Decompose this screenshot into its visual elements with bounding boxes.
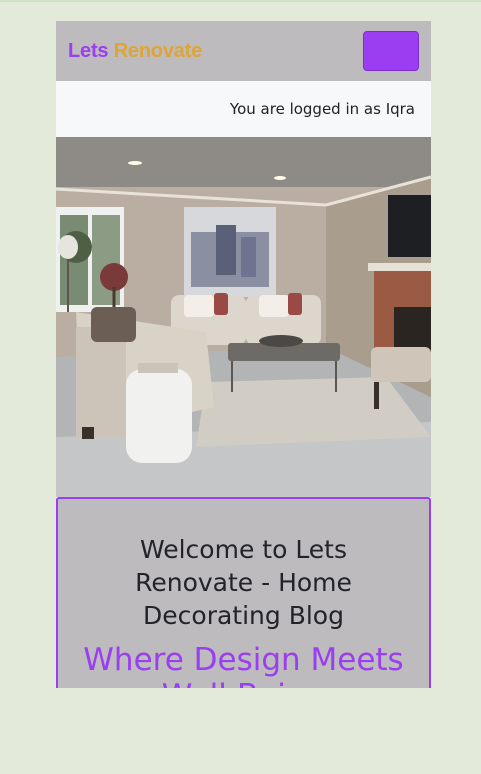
brand-logo[interactable]: Lets Renovate [68,40,202,63]
login-status-text: You are logged in as Iqra [229,100,415,118]
window-top-border [0,0,481,2]
welcome-title: Welcome to Lets Renovate - Home Decorati… [135,535,352,630]
brand-word-renovate: Renovate [113,39,203,62]
navbar: Lets Renovate [56,21,431,81]
brand-word-lets: Lets [68,39,109,62]
hero-image [56,137,431,497]
welcome-section: Welcome to Lets Renovate - Home Decorati… [56,497,431,688]
welcome-tagline: Where Design Meets Well-Being [83,642,404,688]
login-status-bar: You are logged in as Iqra [56,81,431,137]
menu-toggle-button[interactable] [363,31,419,71]
living-room-image [56,137,431,497]
mobile-viewport: Lets Renovate You are logged in as Iqra [56,21,431,688]
